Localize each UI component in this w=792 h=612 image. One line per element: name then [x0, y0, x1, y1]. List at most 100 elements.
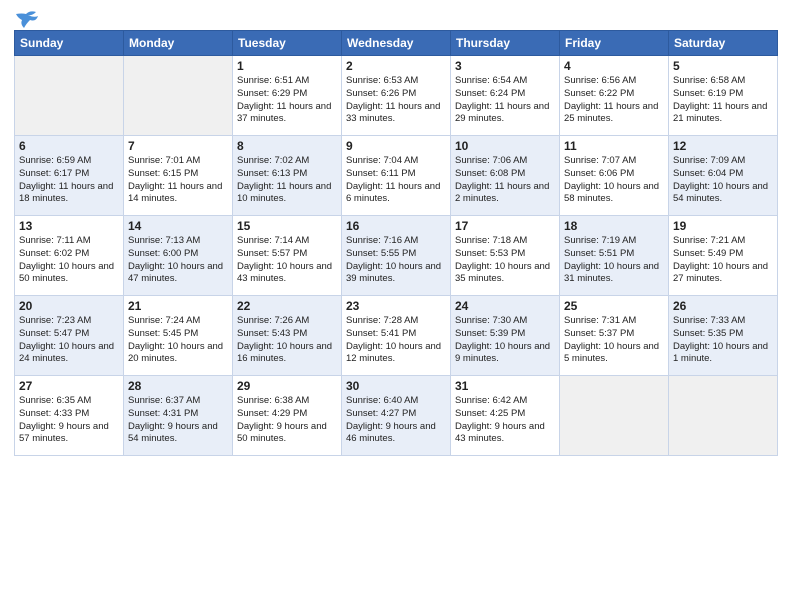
days-header-row: Sunday Monday Tuesday Wednesday Thursday… [15, 31, 778, 56]
day-number: 10 [455, 139, 555, 153]
cell-info: Sunrise: 7:01 AMSunset: 6:15 PMDaylight:… [128, 155, 222, 204]
cell-info: Sunrise: 7:07 AMSunset: 6:06 PMDaylight:… [564, 155, 659, 204]
day-number: 26 [673, 299, 773, 313]
cell-info: Sunrise: 6:54 AMSunset: 6:24 PMDaylight:… [455, 75, 549, 124]
calendar-cell: 20 Sunrise: 7:23 AMSunset: 5:47 PMDayligh… [15, 296, 124, 376]
cell-info: Sunrise: 7:02 AMSunset: 6:13 PMDaylight:… [237, 155, 331, 204]
day-number: 3 [455, 59, 555, 73]
day-number: 1 [237, 59, 337, 73]
header-saturday: Saturday [669, 31, 778, 56]
calendar-cell [669, 376, 778, 456]
day-number: 22 [237, 299, 337, 313]
cell-info: Sunrise: 6:51 AMSunset: 6:29 PMDaylight:… [237, 75, 331, 124]
header-wednesday: Wednesday [342, 31, 451, 56]
calendar-cell: 10Sunrise: 7:06 AMSunset: 6:08 PMDayligh… [451, 136, 560, 216]
logo [14, 10, 38, 24]
calendar-cell: 2 Sunrise: 6:53 AMSunset: 6:26 PMDaylight… [342, 56, 451, 136]
cell-info: Sunrise: 6:37 AMSunset: 4:31 PMDaylight:… [128, 395, 218, 444]
day-number: 28 [128, 379, 228, 393]
calendar-cell: 15 Sunrise: 7:14 AMSunset: 5:57 PMDayligh… [233, 216, 342, 296]
cell-info: Sunrise: 7:31 AMSunset: 5:37 PMDaylight:… [564, 315, 659, 364]
day-number: 8 [237, 139, 337, 153]
cell-info: Sunrise: 6:42 AMSunset: 4:25 PMDaylight:… [455, 395, 545, 444]
day-number: 31 [455, 379, 555, 393]
day-number: 27 [19, 379, 119, 393]
day-number: 5 [673, 59, 773, 73]
cell-info: Sunrise: 6:40 AMSunset: 4:27 PMDaylight:… [346, 395, 436, 444]
cell-info: Sunrise: 6:53 AMSunset: 6:26 PMDaylight:… [346, 75, 440, 124]
day-number: 19 [673, 219, 773, 233]
day-number: 24 [455, 299, 555, 313]
cell-info: Sunrise: 7:04 AMSunset: 6:11 PMDaylight:… [346, 155, 440, 204]
calendar-cell: 29Sunrise: 6:38 AMSunset: 4:29 PMDayligh… [233, 376, 342, 456]
calendar-cell: 18 Sunrise: 7:19 AMSunset: 5:51 PMDayligh… [560, 216, 669, 296]
logo-bird-icon [16, 10, 38, 28]
calendar-cell: 7 Sunrise: 7:01 AMSunset: 6:15 PMDaylight… [124, 136, 233, 216]
calendar-week-3: 13Sunrise: 7:11 AMSunset: 6:02 PMDayligh… [15, 216, 778, 296]
day-number: 18 [564, 219, 664, 233]
day-number: 14 [128, 219, 228, 233]
header-friday: Friday [560, 31, 669, 56]
day-number: 2 [346, 59, 446, 73]
calendar-cell: 22 Sunrise: 7:26 AMSunset: 5:43 PMDayligh… [233, 296, 342, 376]
cell-info: Sunrise: 7:28 AMSunset: 5:41 PMDaylight:… [346, 315, 441, 364]
calendar-cell: 17 Sunrise: 7:18 AMSunset: 5:53 PMDayligh… [451, 216, 560, 296]
cell-info: Sunrise: 7:18 AMSunset: 5:53 PMDaylight:… [455, 235, 550, 284]
calendar-cell: 25 Sunrise: 7:31 AMSunset: 5:37 PMDayligh… [560, 296, 669, 376]
day-number: 15 [237, 219, 337, 233]
cell-info: Sunrise: 7:13 AMSunset: 6:00 PMDaylight:… [128, 235, 223, 284]
header-sunday: Sunday [15, 31, 124, 56]
calendar-cell: 5 Sunrise: 6:58 AMSunset: 6:19 PMDaylight… [669, 56, 778, 136]
calendar-cell: 16Sunrise: 7:16 AMSunset: 5:55 PMDayligh… [342, 216, 451, 296]
calendar-cell: 14 Sunrise: 7:13 AMSunset: 6:00 PMDayligh… [124, 216, 233, 296]
header-tuesday: Tuesday [233, 31, 342, 56]
header [14, 10, 778, 24]
cell-info: Sunrise: 6:59 AMSunset: 6:17 PMDaylight:… [19, 155, 113, 204]
calendar-cell: 21 Sunrise: 7:24 AMSunset: 5:45 PMDayligh… [124, 296, 233, 376]
calendar-cell: 11 Sunrise: 7:07 AMSunset: 6:06 PMDayligh… [560, 136, 669, 216]
calendar-cell: 13Sunrise: 7:11 AMSunset: 6:02 PMDayligh… [15, 216, 124, 296]
day-number: 7 [128, 139, 228, 153]
calendar-week-2: 6Sunrise: 6:59 AMSunset: 6:17 PMDaylight… [15, 136, 778, 216]
day-number: 21 [128, 299, 228, 313]
cell-info: Sunrise: 7:14 AMSunset: 5:57 PMDaylight:… [237, 235, 332, 284]
day-number: 12 [673, 139, 773, 153]
cell-info: Sunrise: 6:58 AMSunset: 6:19 PMDaylight:… [673, 75, 767, 124]
cell-info: Sunrise: 7:26 AMSunset: 5:43 PMDaylight:… [237, 315, 332, 364]
calendar-cell: 26 Sunrise: 7:33 AMSunset: 5:35 PMDayligh… [669, 296, 778, 376]
cell-info: Sunrise: 7:19 AMSunset: 5:51 PMDaylight:… [564, 235, 659, 284]
calendar-cell: 24 Sunrise: 7:30 AMSunset: 5:39 PMDayligh… [451, 296, 560, 376]
calendar-week-5: 27 Sunrise: 6:35 AMSunset: 4:33 PMDayligh… [15, 376, 778, 456]
header-monday: Monday [124, 31, 233, 56]
cell-info: Sunrise: 7:24 AMSunset: 5:45 PMDaylight:… [128, 315, 223, 364]
cell-info: Sunrise: 6:35 AMSunset: 4:33 PMDaylight:… [19, 395, 109, 444]
cell-info: Sunrise: 7:33 AMSunset: 5:35 PMDaylight:… [673, 315, 768, 364]
cell-info: Sunrise: 7:23 AMSunset: 5:47 PMDaylight:… [19, 315, 114, 364]
calendar-table: Sunday Monday Tuesday Wednesday Thursday… [14, 30, 778, 456]
calendar-cell: 4Sunrise: 6:56 AMSunset: 6:22 PMDaylight… [560, 56, 669, 136]
calendar-cell: 19 Sunrise: 7:21 AMSunset: 5:49 PMDayligh… [669, 216, 778, 296]
calendar-cell: 1 Sunrise: 6:51 AMSunset: 6:29 PMDaylight… [233, 56, 342, 136]
cell-info: Sunrise: 7:16 AMSunset: 5:55 PMDaylight:… [346, 235, 441, 284]
calendar-cell: 8 Sunrise: 7:02 AMSunset: 6:13 PMDaylight… [233, 136, 342, 216]
cell-info: Sunrise: 7:30 AMSunset: 5:39 PMDaylight:… [455, 315, 550, 364]
day-number: 29 [237, 379, 337, 393]
day-number: 20 [19, 299, 119, 313]
calendar-cell: 6Sunrise: 6:59 AMSunset: 6:17 PMDaylight… [15, 136, 124, 216]
cell-info: Sunrise: 7:21 AMSunset: 5:49 PMDaylight:… [673, 235, 768, 284]
calendar-cell [124, 56, 233, 136]
day-number: 25 [564, 299, 664, 313]
day-number: 17 [455, 219, 555, 233]
day-number: 11 [564, 139, 664, 153]
calendar-cell: 9Sunrise: 7:04 AMSunset: 6:11 PMDaylight… [342, 136, 451, 216]
calendar-cell: 30 Sunrise: 6:40 AMSunset: 4:27 PMDayligh… [342, 376, 451, 456]
calendar-cell: 31 Sunrise: 6:42 AMSunset: 4:25 PMDayligh… [451, 376, 560, 456]
day-number: 30 [346, 379, 446, 393]
calendar-cell [15, 56, 124, 136]
day-number: 13 [19, 219, 119, 233]
cell-info: Sunrise: 7:09 AMSunset: 6:04 PMDaylight:… [673, 155, 768, 204]
header-thursday: Thursday [451, 31, 560, 56]
calendar-cell: 23Sunrise: 7:28 AMSunset: 5:41 PMDayligh… [342, 296, 451, 376]
calendar-cell [560, 376, 669, 456]
cell-info: Sunrise: 6:56 AMSunset: 6:22 PMDaylight:… [564, 75, 658, 124]
